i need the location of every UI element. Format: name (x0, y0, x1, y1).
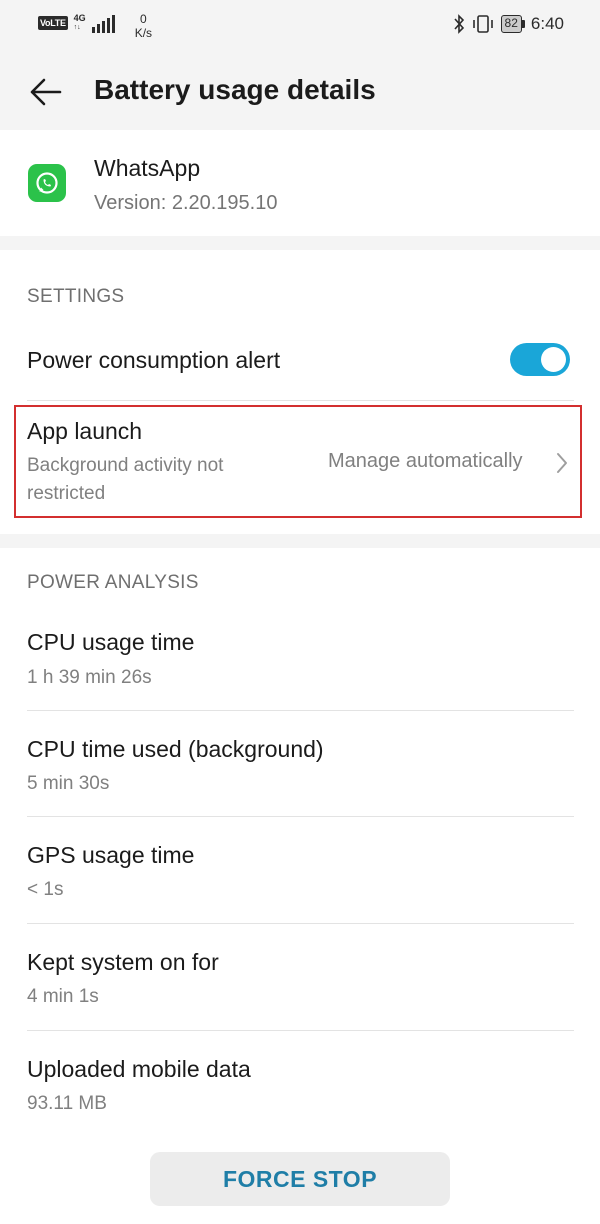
divider (27, 816, 574, 817)
power-item-label: CPU usage time (27, 629, 195, 655)
app-info-card: WhatsApp Version: 2.20.195.10 (0, 130, 600, 236)
app-launch-subtitle-line2: restricted (27, 483, 106, 504)
app-launch-value: Manage automatically (328, 450, 523, 472)
vibrate-icon (471, 14, 495, 34)
page-title: Battery usage details (94, 74, 376, 105)
status-left: VoLTE 4G ↑↓ 0 K/s (38, 12, 152, 40)
signal-strength-icon (91, 15, 115, 33)
app-name: WhatsApp (94, 155, 201, 181)
power-item-label: CPU time used (background) (27, 736, 324, 762)
back-arrow-icon[interactable] (26, 72, 66, 112)
status-right: 82 6:40 (453, 14, 564, 34)
power-consumption-alert-label: Power consumption alert (27, 347, 281, 373)
settings-card: SETTINGS Power consumption alert App lau… (0, 250, 600, 534)
clock: 6:40 (530, 14, 564, 33)
power-analysis-card: POWER ANALYSIS CPU usage time 1 h 39 min… (0, 548, 600, 1134)
force-stop-button[interactable]: FORCE STOP (150, 1152, 450, 1206)
power-item-label: GPS usage time (27, 842, 195, 868)
network-activity-icon: ↑↓ (73, 24, 81, 31)
network-type: 4G ↑↓ (74, 14, 86, 32)
bluetooth-icon (453, 14, 465, 34)
battery-level: 82 (500, 15, 522, 33)
power-item-label: Kept system on for (27, 949, 219, 975)
power-item-value: < 1s (27, 879, 64, 900)
status-bar: VoLTE 4G ↑↓ 0 K/s 82 6:40 (0, 0, 600, 52)
power-item-value: 93.11 MB (27, 1093, 107, 1114)
settings-header: SETTINGS (27, 286, 125, 307)
app-bar: Battery usage details (0, 52, 600, 130)
power-consumption-alert-toggle[interactable] (510, 343, 570, 376)
network-speed-value: 0 (140, 12, 147, 26)
network-type-label: 4G (73, 13, 86, 23)
battery-icon: 82 (500, 15, 525, 33)
network-speed: 0 K/s (135, 12, 152, 40)
divider (27, 923, 574, 924)
toggle-knob (541, 347, 566, 372)
network-speed-unit: K/s (134, 26, 153, 40)
app-version: Version: 2.20.195.10 (94, 192, 278, 214)
chevron-right-icon[interactable] (555, 451, 569, 475)
app-launch-title: App launch (27, 418, 143, 444)
volte-icon: VoLTE (38, 16, 68, 30)
power-item-value: 5 min 30s (27, 773, 110, 794)
power-analysis-header: POWER ANALYSIS (27, 572, 199, 593)
app-launch-subtitle-line1: Background activity not (27, 455, 224, 476)
power-item-label: Uploaded mobile data (27, 1056, 251, 1082)
divider (27, 710, 574, 711)
power-item-value: 1 h 39 min 26s (27, 667, 152, 688)
power-item-value: 4 min 1s (27, 986, 99, 1007)
divider (27, 400, 574, 401)
divider (27, 1030, 574, 1031)
bottom-action-bar: FORCE STOP (0, 1134, 600, 1224)
whatsapp-icon (28, 164, 66, 202)
